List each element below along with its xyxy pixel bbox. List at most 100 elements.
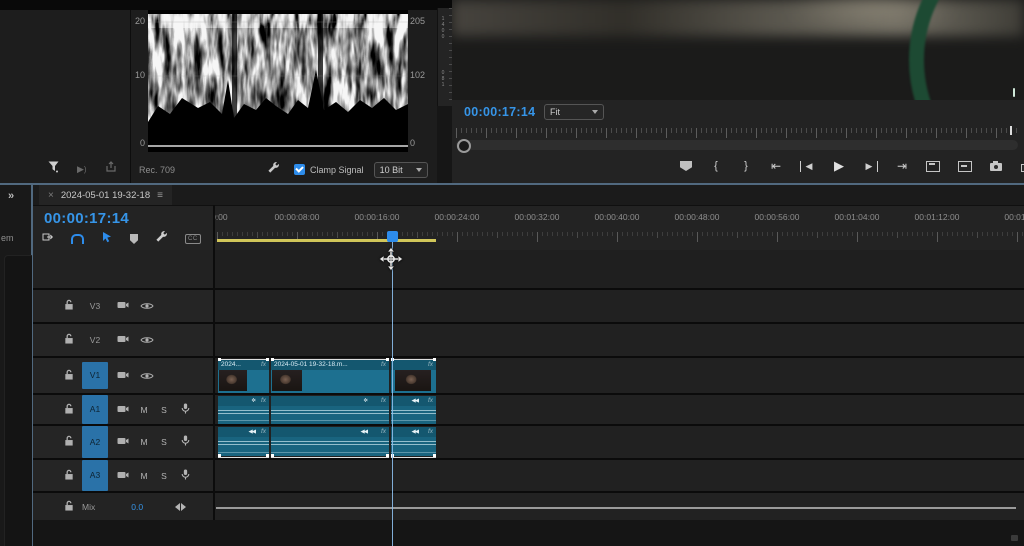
voiceover-mic-icon[interactable] — [181, 401, 190, 419]
fx-badge: fx — [428, 360, 433, 370]
track-content-v2[interactable] — [215, 324, 1024, 356]
play-button[interactable]: ▶ — [833, 158, 845, 174]
bit-depth-value: 10 Bit — [380, 165, 403, 175]
step-back-button[interactable]: ◀ — [800, 161, 815, 172]
mark-out-button[interactable]: } — [740, 160, 752, 172]
scope-settings-wrench-icon[interactable] — [267, 161, 280, 179]
mute-button[interactable]: M — [139, 471, 149, 481]
program-timecode[interactable]: 00:00:17:14 — [464, 105, 535, 119]
audio-clip-a1-2[interactable]: ✲fx — [271, 396, 389, 424]
tab-close-icon[interactable]: × — [48, 190, 54, 201]
track-name-v3[interactable]: V3 — [82, 298, 108, 315]
ruler-label: 00:01:12:00 — [915, 212, 960, 222]
track-name-v1[interactable]: V1 — [82, 362, 108, 389]
playhead-handle[interactable] — [387, 231, 398, 242]
sync-lock-icon[interactable] — [117, 467, 129, 485]
filter-icon[interactable] — [48, 160, 59, 178]
extract-icon[interactable] — [958, 161, 972, 172]
ruler-label: 00:00:56:00 — [755, 212, 800, 222]
lock-icon[interactable] — [64, 331, 74, 349]
lock-icon[interactable] — [64, 401, 74, 419]
sync-lock-icon[interactable] — [117, 433, 129, 451]
timeline-ruler[interactable]: 00:00 00:00:08:00 00:00:16:00 00:00:24:0… — [215, 205, 1024, 245]
voiceover-mic-icon[interactable] — [181, 467, 190, 485]
track-header-divider[interactable] — [213, 205, 215, 520]
add-marker-icon[interactable] — [130, 234, 138, 244]
mute-button[interactable]: M — [139, 405, 149, 415]
scrollbar-nub[interactable] — [1011, 535, 1018, 541]
video-clip-2[interactable]: 2024-05-01 19-32-18.m...fx — [271, 359, 389, 393]
comparison-view-icon[interactable] — [1020, 161, 1024, 172]
linked-selection-icon[interactable] — [101, 230, 113, 248]
video-clip-1[interactable]: 2024...fx — [218, 359, 269, 393]
go-to-out-button[interactable]: ⇥ — [896, 159, 908, 173]
mute-button[interactable]: M — [139, 437, 149, 447]
solo-button[interactable]: S — [159, 471, 169, 481]
sync-lock-icon[interactable] — [117, 297, 129, 315]
lock-icon[interactable] — [64, 297, 74, 315]
track-area-spacer-head — [33, 250, 213, 288]
toggle-track-output-eye-icon[interactable] — [140, 297, 154, 315]
sync-lock-icon[interactable] — [117, 331, 129, 349]
expand-panel-chevrons[interactable]: » — [8, 190, 14, 202]
clamp-signal-checkbox[interactable] — [294, 164, 305, 175]
mix-level-value[interactable]: 0.0 — [131, 502, 143, 512]
sync-lock-icon[interactable] — [117, 401, 129, 419]
add-marker-icon[interactable] — [680, 161, 692, 171]
toggle-track-output-eye-icon[interactable] — [140, 367, 154, 385]
bit-depth-dropdown[interactable]: 10 Bit — [374, 162, 428, 178]
fx-badge: fx — [261, 360, 266, 370]
solo-button[interactable]: S — [159, 437, 169, 447]
lock-icon[interactable] — [64, 367, 74, 385]
go-to-in-button[interactable]: ⇤ — [770, 159, 782, 173]
audio-clip-a2-1[interactable]: ◀◀fx — [218, 427, 269, 458]
export-frame-icon[interactable] — [990, 163, 1002, 171]
track-name-a2[interactable]: A2 — [82, 426, 108, 458]
toggle-track-output-eye-icon[interactable] — [140, 331, 154, 349]
clip-attribute-icon: ◀◀ — [412, 396, 418, 406]
clip-thumbnail — [272, 370, 302, 391]
track-name-v2[interactable]: V2 — [82, 332, 108, 349]
captions-icon[interactable]: CC — [185, 234, 201, 244]
audio-clip-a2-2[interactable]: ◀◀fx — [271, 427, 389, 458]
timeline-timecode[interactable]: 00:00:17:14 — [44, 210, 129, 227]
track-name-a3[interactable]: A3 — [82, 460, 108, 491]
voiceover-mic-icon[interactable] — [181, 433, 190, 451]
program-scrub-track[interactable] — [456, 140, 1018, 150]
program-video-frame — [452, 0, 1024, 100]
audio-clip-a1-1[interactable]: ✲fx — [218, 396, 269, 424]
scope-axis-right-205: 205 — [410, 16, 425, 26]
timeline-settings-wrench-icon[interactable] — [155, 230, 168, 248]
move-cursor-icon — [379, 247, 403, 276]
nest-sequence-icon[interactable] — [42, 230, 54, 248]
solo-button[interactable]: S — [159, 405, 169, 415]
program-playhead-knob[interactable] — [457, 139, 471, 153]
collapsed-panel-strip: » em — [0, 185, 31, 546]
track-content-v3[interactable] — [215, 290, 1024, 322]
track-content-a3[interactable] — [215, 460, 1024, 491]
program-monitor-panel: 00:00:17:14 Fit { } ⇤ ◀ ▶ ▶ ⇥ — [452, 0, 1024, 183]
export-icon[interactable] — [105, 160, 117, 178]
audio-clip-a1-3[interactable]: ◀◀fx — [391, 396, 436, 424]
tab-menu-icon[interactable]: ≡ — [157, 190, 163, 201]
clip-attribute-icon: ◀◀ — [361, 427, 367, 437]
step-forward-button[interactable]: ▶ — [863, 161, 878, 172]
program-scrub-ruler[interactable] — [456, 128, 1018, 140]
track-content-mix[interactable] — [215, 493, 1024, 520]
audio-clip-a2-3[interactable]: ◀◀fx — [391, 427, 436, 458]
keyframe-navigator-icon[interactable] — [175, 503, 186, 511]
sync-lock-icon[interactable] — [117, 367, 129, 385]
fit-dropdown[interactable]: Fit — [544, 104, 604, 120]
lock-icon[interactable] — [64, 467, 74, 485]
video-clip-3[interactable]: fx — [391, 359, 436, 393]
track-header-v1: V1 — [33, 358, 213, 393]
play-out-icon[interactable]: ▶) — [77, 164, 87, 175]
mix-volume-rubber-band[interactable] — [216, 507, 1016, 509]
lock-icon[interactable] — [64, 498, 74, 516]
lock-icon[interactable] — [64, 433, 74, 451]
track-name-a1[interactable]: A1 — [82, 395, 108, 424]
timeline-tab[interactable]: × 2024-05-01 19-32-18 ≡ — [39, 185, 172, 205]
snap-icon[interactable] — [71, 234, 84, 244]
lift-icon[interactable] — [926, 161, 940, 172]
mark-in-button[interactable]: { — [710, 160, 722, 172]
